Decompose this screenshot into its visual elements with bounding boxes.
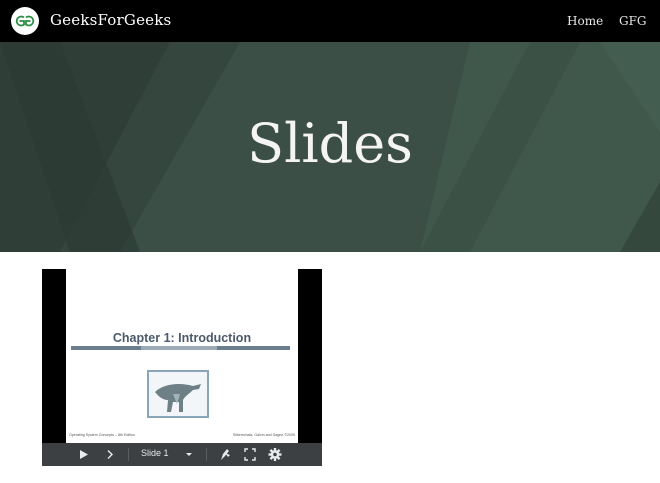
slides-control-bar: Slide 1 [42, 443, 322, 466]
slide-title-rule-left [71, 346, 141, 350]
hero-title: Slides [247, 112, 413, 175]
brand-name[interactable]: GeeksForGeeks [50, 11, 171, 29]
chevron-down-icon [186, 453, 192, 456]
nav-link-home[interactable]: Home [567, 14, 603, 28]
slide-footer-right: Silberschatz, Galvin and Gagne ©2009 [232, 433, 295, 437]
slide-title: Chapter 1: Introduction [112, 331, 252, 345]
geeksforgeeks-logo-icon[interactable] [11, 7, 39, 35]
play-icon[interactable] [78, 443, 90, 466]
slide-canvas[interactable]: Chapter 1: Introduction Operating System… [66, 269, 298, 443]
slide-footer-left: Operating System Concepts – 8th Edition [69, 433, 135, 437]
control-divider [128, 448, 129, 461]
slide-title-rule-right [217, 346, 290, 350]
hero-banner: Slides [0, 42, 660, 252]
laser-pointer-icon[interactable] [218, 443, 232, 466]
google-slides-embed[interactable]: Chapter 1: Introduction Operating System… [42, 269, 322, 466]
top-navbar: GeeksForGeeks Home GFG [0, 0, 660, 42]
slide-selector-label: Slide 1 [141, 448, 169, 458]
next-slide-icon[interactable] [105, 443, 115, 466]
control-divider [206, 448, 207, 461]
slide-title-rule-middle [141, 346, 217, 350]
gear-icon[interactable] [268, 443, 282, 466]
fullscreen-icon[interactable] [243, 443, 257, 466]
nav-link-gfg[interactable]: GFG [619, 14, 647, 28]
slide-selector-dropdown[interactable]: Slide 1 [138, 443, 194, 466]
dinosaur-image [147, 370, 209, 418]
